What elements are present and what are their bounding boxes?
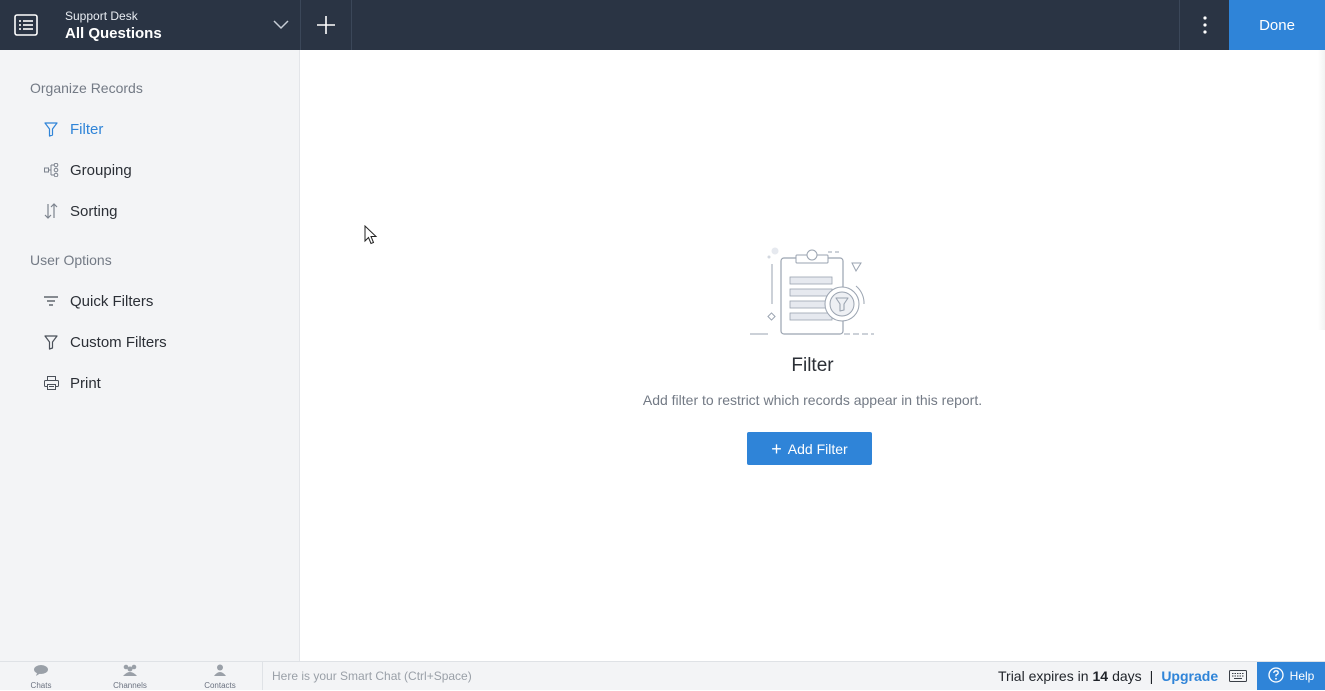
printer-icon bbox=[30, 376, 70, 390]
sidebar-item-label: Quick Filters bbox=[70, 292, 154, 310]
sidebar-item-label: Grouping bbox=[70, 161, 132, 179]
chat-icon bbox=[33, 663, 49, 681]
sidebar-item-custom-filters[interactable]: Custom Filters bbox=[30, 325, 280, 359]
sidebar-item-filter[interactable]: Filter bbox=[30, 112, 280, 146]
keyboard-icon[interactable] bbox=[1226, 662, 1250, 690]
sidebar-item-label: Print bbox=[70, 374, 101, 392]
contacts-tab[interactable]: Contacts bbox=[198, 662, 242, 691]
sidebar-item-print[interactable]: Print bbox=[30, 366, 280, 400]
bottom-bar: Chats Channels Contacts Here is your Sma… bbox=[0, 661, 1325, 690]
trial-suffix: days bbox=[1112, 668, 1142, 684]
upgrade-link[interactable]: Upgrade bbox=[1161, 668, 1218, 684]
chats-tab[interactable]: Chats bbox=[20, 662, 62, 691]
scroll-edge bbox=[1318, 50, 1325, 330]
sidebar-item-grouping[interactable]: Grouping bbox=[30, 153, 280, 187]
smart-chat-input[interactable]: Here is your Smart Chat (Ctrl+Space) bbox=[262, 662, 662, 690]
top-bar: Support Desk All Questions Done bbox=[0, 0, 1325, 50]
quick-filter-icon bbox=[30, 295, 70, 307]
view-name: All Questions bbox=[65, 25, 162, 42]
chevron-down-icon[interactable] bbox=[262, 0, 300, 50]
separator: | bbox=[1149, 668, 1154, 684]
plus-icon: + bbox=[771, 438, 782, 459]
divider bbox=[351, 0, 352, 50]
help-button[interactable]: Help bbox=[1257, 662, 1325, 690]
user-options-heading: User Options bbox=[30, 252, 112, 268]
add-filter-button[interactable]: + Add Filter bbox=[747, 432, 872, 465]
trial-status: Trial expires in 14 days | Upgrade bbox=[998, 662, 1218, 690]
main-content: Filter Add filter to restrict which reco… bbox=[300, 50, 1325, 661]
app-menu-icon[interactable] bbox=[0, 0, 52, 50]
tab-label: Channels bbox=[113, 681, 147, 690]
help-label: Help bbox=[1289, 669, 1315, 683]
sidebar-item-quick-filters[interactable]: Quick Filters bbox=[30, 284, 280, 318]
mouse-pointer-icon bbox=[364, 224, 378, 250]
grouping-icon bbox=[30, 163, 70, 177]
channels-tab[interactable]: Channels bbox=[108, 662, 152, 691]
funnel-icon bbox=[30, 121, 70, 137]
organize-records-heading: Organize Records bbox=[30, 80, 143, 96]
sort-icon bbox=[30, 203, 70, 219]
sidebar-item-label: Sorting bbox=[70, 202, 118, 220]
plus-icon[interactable] bbox=[301, 0, 351, 50]
more-options-icon[interactable] bbox=[1180, 0, 1229, 50]
question-circle-icon bbox=[1268, 666, 1284, 686]
channels-icon bbox=[121, 663, 139, 681]
funnel-icon bbox=[30, 334, 70, 350]
contact-icon bbox=[213, 663, 227, 681]
clipboard-filter-illustration bbox=[748, 244, 878, 338]
empty-state-title: Filter bbox=[791, 355, 834, 376]
add-filter-label: Add Filter bbox=[787, 440, 848, 457]
done-button[interactable]: Done bbox=[1229, 0, 1325, 50]
tab-label: Chats bbox=[30, 681, 52, 690]
sidebar: Organize Records Filter Grouping Sorting… bbox=[0, 50, 300, 661]
trial-days: 14 bbox=[1092, 668, 1109, 684]
view-title-block[interactable]: Support Desk All Questions bbox=[65, 9, 162, 45]
sidebar-item-label: Custom Filters bbox=[70, 333, 167, 351]
empty-state-description: Add filter to restrict which records app… bbox=[642, 392, 983, 408]
tab-label: Contacts bbox=[204, 681, 236, 690]
app-name: Support Desk bbox=[65, 9, 138, 23]
sidebar-item-sorting[interactable]: Sorting bbox=[30, 194, 280, 228]
trial-prefix: Trial expires in bbox=[998, 668, 1089, 684]
sidebar-item-label: Filter bbox=[70, 120, 104, 138]
